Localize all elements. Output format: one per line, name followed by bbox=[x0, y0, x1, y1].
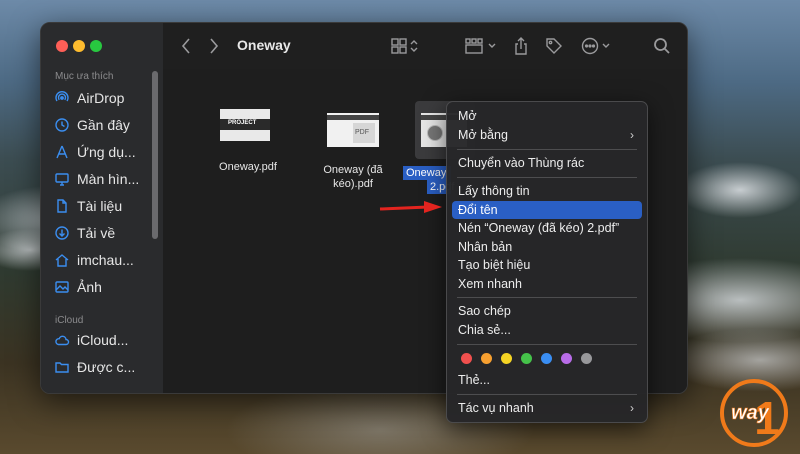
tag-yellow-swatch[interactable] bbox=[501, 353, 512, 364]
menu-separator bbox=[457, 177, 637, 178]
sidebar-item-home[interactable]: imchau... bbox=[53, 249, 157, 271]
oneway-logo: 1 way bbox=[717, 378, 791, 448]
sidebar-item-shared[interactable]: Được c... bbox=[53, 356, 157, 378]
cloud-icon bbox=[53, 331, 71, 349]
sidebar-scrollbar[interactable] bbox=[152, 71, 158, 239]
grid-view-icon[interactable] bbox=[391, 36, 421, 56]
menu-item-quick-actions[interactable]: Tác vụ nhanh › bbox=[452, 399, 642, 417]
sidebar-item-photos[interactable]: Ảnh bbox=[53, 276, 157, 298]
applications-icon bbox=[53, 143, 71, 161]
menu-item-share[interactable]: Chia sẻ... bbox=[452, 321, 642, 339]
chevron-right-icon: › bbox=[630, 401, 634, 415]
file-name-editing[interactable]: Oneway 2.pdf bbox=[403, 166, 454, 194]
menu-item-make-alias[interactable]: Tạo biệt hiệu bbox=[452, 256, 642, 274]
sidebar-item-downloads[interactable]: Tải về bbox=[53, 222, 157, 244]
file-thumbnail: PDF bbox=[327, 113, 379, 147]
menu-item-move-to-trash[interactable]: Chuyển vào Thùng rác bbox=[452, 154, 642, 172]
file-name: Oneway (đã kéo).pdf bbox=[323, 164, 383, 190]
shared-folder-icon bbox=[53, 358, 71, 376]
sidebar-item-applications[interactable]: Ứng dụ... bbox=[53, 141, 157, 163]
close-button[interactable] bbox=[56, 40, 68, 52]
sidebar-item-label: Màn hìn... bbox=[77, 171, 140, 187]
home-icon bbox=[53, 251, 71, 269]
menu-item-compress[interactable]: Nén “Oneway (đã kéo) 2.pdf” bbox=[452, 219, 642, 237]
context-menu: Mở Mở bằng › Chuyển vào Thùng rác Lấy th… bbox=[446, 101, 648, 423]
tag-orange-swatch[interactable] bbox=[481, 353, 492, 364]
back-icon[interactable] bbox=[181, 36, 191, 56]
toolbar: Oneway bbox=[163, 23, 687, 70]
more-actions-icon[interactable] bbox=[581, 36, 613, 56]
sidebar-section-icloud: iCloud bbox=[55, 315, 84, 326]
sidebar-item-label: Ứng dụ... bbox=[77, 144, 136, 160]
sidebar-item-icloud-drive[interactable]: iCloud... bbox=[53, 329, 157, 351]
menu-separator bbox=[457, 149, 637, 150]
menu-separator bbox=[457, 394, 637, 395]
group-icon[interactable] bbox=[465, 36, 499, 56]
sidebar-item-label: Ảnh bbox=[77, 279, 102, 295]
thumbnail-text: PDF bbox=[355, 129, 369, 136]
sidebar-section-favorites: Mục ưa thích bbox=[55, 71, 114, 82]
download-icon bbox=[53, 224, 71, 242]
sidebar-item-label: Gần đây bbox=[77, 117, 130, 133]
airdrop-icon bbox=[53, 89, 71, 107]
sidebar-item-desktop[interactable]: Màn hìn... bbox=[53, 168, 157, 190]
clock-icon bbox=[53, 116, 71, 134]
photos-icon bbox=[53, 278, 71, 296]
search-icon[interactable] bbox=[653, 36, 671, 56]
menu-separator bbox=[457, 297, 637, 298]
window-title: Oneway bbox=[237, 37, 291, 53]
tag-gray-swatch[interactable] bbox=[581, 353, 592, 364]
menu-item-open[interactable]: Mở bbox=[452, 107, 642, 125]
annotation-arrow bbox=[379, 201, 442, 213]
sidebar-item-documents[interactable]: Tài liệu bbox=[53, 195, 157, 217]
desktop-icon bbox=[53, 170, 71, 188]
sidebar-item-label: imchau... bbox=[77, 252, 134, 268]
forward-icon[interactable] bbox=[209, 36, 219, 56]
menu-separator bbox=[457, 344, 637, 345]
tag-red-swatch[interactable] bbox=[461, 353, 472, 364]
tag-icon[interactable] bbox=[545, 36, 563, 56]
chevron-right-icon: › bbox=[630, 128, 634, 142]
menu-item-open-with[interactable]: Mở bằng › bbox=[452, 126, 642, 144]
tag-green-swatch[interactable] bbox=[521, 353, 532, 364]
menu-item-label: Mở bằng bbox=[458, 128, 508, 142]
tag-blue-swatch[interactable] bbox=[541, 353, 552, 364]
menu-item-label: Tác vụ nhanh bbox=[458, 401, 534, 415]
menu-item-tags[interactable]: Thẻ... bbox=[452, 371, 642, 389]
menu-item-quick-look[interactable]: Xem nhanh bbox=[452, 275, 642, 293]
share-icon[interactable] bbox=[513, 36, 529, 56]
file-thumbnail: PROJECT bbox=[220, 109, 270, 141]
menu-item-get-info[interactable]: Lấy thông tin bbox=[452, 182, 642, 200]
zoom-button[interactable] bbox=[90, 40, 102, 52]
logo-text: way bbox=[731, 402, 770, 424]
sidebar-item-label: iCloud... bbox=[77, 332, 129, 348]
sidebar-item-label: Tải về bbox=[77, 225, 116, 241]
sidebar: Mục ưa thích AirDrop Gần đây Ứng dụ... M… bbox=[41, 23, 164, 393]
sidebar-item-label: Tài liệu bbox=[77, 198, 123, 214]
sidebar-item-airdrop[interactable]: AirDrop bbox=[53, 87, 157, 109]
document-icon bbox=[53, 197, 71, 215]
file-name: Oneway.pdf bbox=[219, 161, 277, 173]
sidebar-item-label: Được c... bbox=[77, 359, 136, 375]
menu-item-rename[interactable]: Đổi tên bbox=[452, 201, 642, 219]
tag-purple-swatch[interactable] bbox=[561, 353, 572, 364]
menu-item-duplicate[interactable]: Nhân bản bbox=[452, 238, 642, 256]
thumbnail-text: PROJECT bbox=[228, 120, 257, 126]
menu-item-copy[interactable]: Sao chép bbox=[452, 302, 642, 320]
sidebar-item-label: AirDrop bbox=[77, 90, 125, 106]
minimize-button[interactable] bbox=[73, 40, 85, 52]
sidebar-item-recents[interactable]: Gần đây bbox=[53, 114, 157, 136]
